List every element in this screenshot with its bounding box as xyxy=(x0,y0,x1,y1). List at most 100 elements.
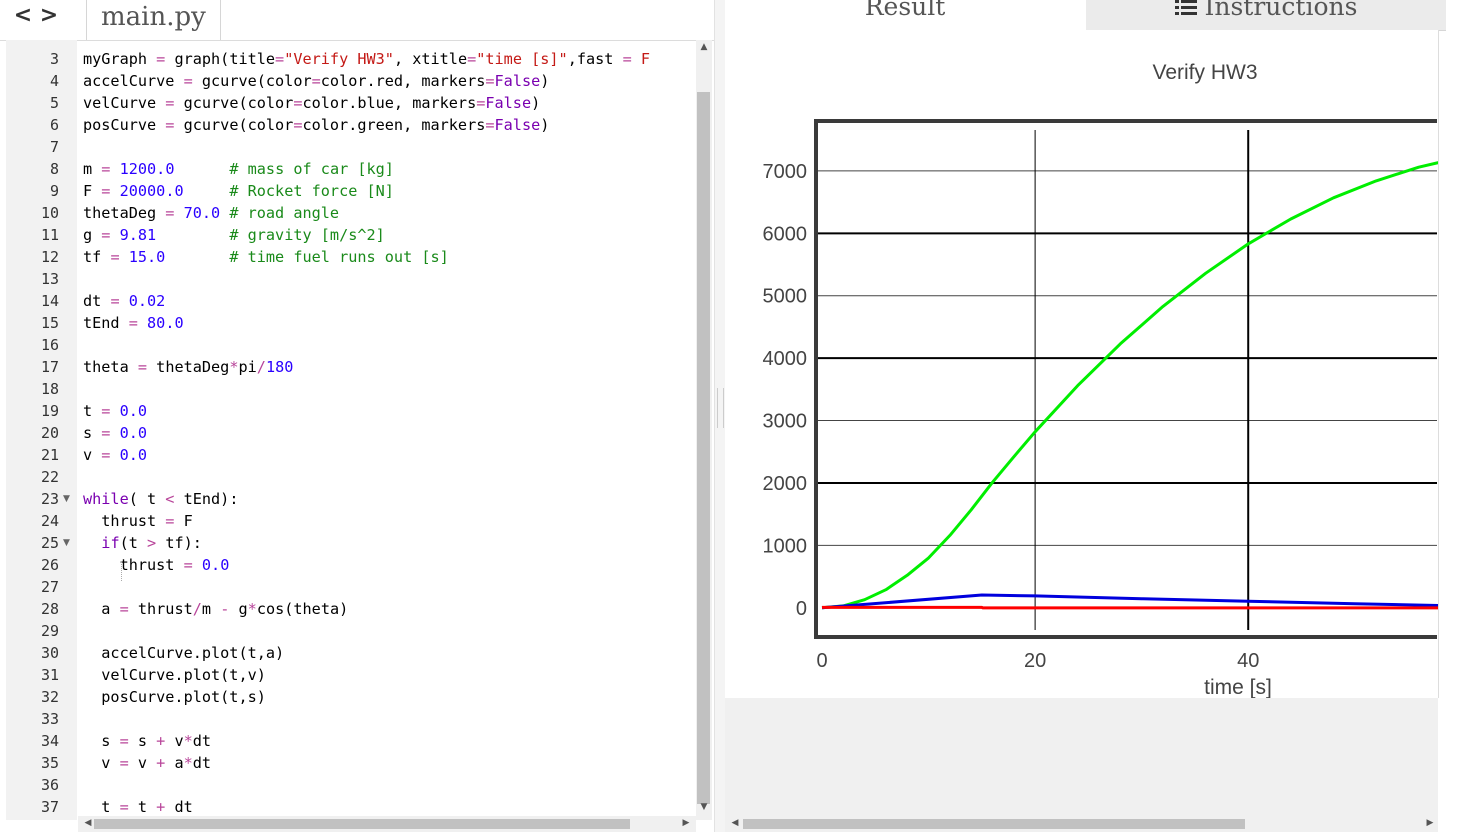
editor-vertical-scrollbar[interactable]: ▲ ▼ xyxy=(696,40,712,820)
scroll-left-icon[interactable]: ◀ xyxy=(727,818,743,828)
line-number: 24 xyxy=(40,512,59,530)
code-line[interactable]: s = 0.0 xyxy=(83,422,147,444)
scroll-down-icon[interactable]: ▼ xyxy=(696,802,712,812)
y-tick-label: 6000 xyxy=(763,223,808,245)
code-line[interactable]: v = v + a*dt xyxy=(83,752,211,774)
series-line xyxy=(822,605,1456,610)
splitter-grip[interactable] xyxy=(717,388,724,428)
line-number: 22 xyxy=(40,468,59,486)
line-number: 25 xyxy=(40,534,59,552)
line-number: 14 xyxy=(40,292,59,310)
code-line[interactable]: m = 1200.0 # mass of car [kg] xyxy=(83,158,394,180)
code-line[interactable]: posCurve.plot(t,s) xyxy=(83,686,266,708)
line-number: 26 xyxy=(40,556,59,574)
output-horizontal-scroll-thumb[interactable] xyxy=(743,819,1245,829)
line-number: 37 xyxy=(40,798,59,816)
y-tick-label: 3000 xyxy=(763,411,808,433)
code-line[interactable]: F = 20000.0 # Rocket force [N] xyxy=(83,180,394,202)
line-number: 20 xyxy=(40,424,59,442)
code-line[interactable]: a = thrust/m - g*cos(theta) xyxy=(83,598,348,620)
code-line[interactable]: tf = 15.0 # time fuel runs out [s] xyxy=(83,246,449,268)
list-icon xyxy=(1174,0,1197,15)
code-line[interactable]: thetaDeg = 70.0 # road angle xyxy=(83,202,339,224)
line-number: 13 xyxy=(40,270,59,288)
y-tick-label: 1000 xyxy=(763,535,808,557)
code-line[interactable]: myGraph = graph(title="Verify HW3", xtit… xyxy=(83,48,650,70)
code-line[interactable]: g = 9.81 # gravity [m/s^2] xyxy=(83,224,385,246)
line-number: 19 xyxy=(40,402,59,420)
plot-background xyxy=(816,121,1456,637)
y-tick-label: 2000 xyxy=(763,473,808,495)
graph-chart[interactable]: Verify HW3 0 1000 2000 3000 4000 5000 6000 7000… xyxy=(725,30,1465,699)
line-number: 28 xyxy=(40,600,59,618)
line-number: 34 xyxy=(40,732,59,750)
output-empty-area xyxy=(725,698,1438,816)
chart-title: Verify HW3 xyxy=(1152,61,1257,84)
code-line[interactable]: s = s + v*dt xyxy=(83,730,211,752)
line-number: 35 xyxy=(40,754,59,772)
scroll-right-icon[interactable]: ▶ xyxy=(678,818,694,828)
code-editor[interactable]: myGraph = graph(title="Verify HW3", xtit… xyxy=(78,40,696,820)
x-tick-label: 0 xyxy=(816,650,827,672)
indent-guide xyxy=(121,561,122,581)
line-number: 29 xyxy=(40,622,59,640)
line-number-gutter: 3 4 5 6 7 8 9 10 11 12 13 14 15 16 17 18 19 20 21 22 23 ▼ 24 25… xyxy=(6,40,77,820)
x-tick-labels: 02040( xyxy=(816,650,1465,672)
fold-toggle-icon[interactable]: ▼ xyxy=(63,488,75,510)
line-number: 8 xyxy=(49,160,59,178)
output-horizontal-scrollbar[interactable]: ◀ ▶ xyxy=(725,816,1438,832)
code-line[interactable]: thrust = F xyxy=(83,510,192,532)
scroll-up-icon[interactable]: ▲ xyxy=(696,42,712,52)
line-number: 23 xyxy=(40,490,59,508)
code-line[interactable]: if(t > tf): xyxy=(83,532,202,554)
editor-toolbar: < > main.py xyxy=(0,0,714,41)
tab-instructions-label: Instructions xyxy=(1204,0,1358,21)
code-line[interactable]: thrust = 0.0 xyxy=(83,554,230,576)
line-number: 18 xyxy=(40,380,59,398)
output-pane: Result Instructions Verify HW3 0 1000 2000… xyxy=(725,0,1465,832)
code-line[interactable]: accelCurve.plot(t,a) xyxy=(83,642,284,664)
y-tick-labels: 0 1000 2000 3000 4000 5000 6000 7000 xyxy=(763,161,808,620)
line-number: 33 xyxy=(40,710,59,728)
line-number: 32 xyxy=(40,688,59,706)
code-line[interactable]: posCurve = gcurve(color=color.green, mar… xyxy=(83,114,549,136)
code-line[interactable]: while( t < tEnd): xyxy=(83,488,238,510)
code-line[interactable]: tEnd = 80.0 xyxy=(83,312,184,334)
fold-toggle-icon[interactable]: ▼ xyxy=(63,532,75,554)
editor-horizontal-scroll-thumb[interactable] xyxy=(94,819,630,829)
code-line[interactable]: t = t + dt xyxy=(83,796,192,818)
x-tick-label: 20 xyxy=(1024,650,1046,672)
editor-vertical-scroll-thumb[interactable] xyxy=(697,92,710,804)
tab-instructions[interactable]: Instructions xyxy=(1086,0,1446,31)
x-tick-label: 40 xyxy=(1237,650,1259,672)
code-line[interactable]: velCurve = gcurve(color=color.blue, mark… xyxy=(83,92,540,114)
line-number: 11 xyxy=(40,226,59,244)
code-line[interactable]: velCurve.plot(t,v) xyxy=(83,664,266,686)
code-line[interactable]: theta = thetaDeg*pi/180 xyxy=(83,356,293,378)
line-number: 5 xyxy=(49,94,59,112)
code-line[interactable]: accelCurve = gcurve(color=color.red, mar… xyxy=(83,70,549,92)
editor-horizontal-scrollbar[interactable]: ◀ ▶ xyxy=(78,816,696,832)
line-number: 10 xyxy=(40,204,59,222)
line-number: 36 xyxy=(40,776,59,794)
tab-result-label: Result xyxy=(864,0,946,21)
x-axis-title: time [s] xyxy=(1204,676,1272,698)
window-edge xyxy=(1446,0,1476,832)
line-number: 21 xyxy=(40,446,59,464)
code-line[interactable]: v = 0.0 xyxy=(83,444,147,466)
y-tick-label: 5000 xyxy=(763,286,808,308)
code-line[interactable]: t = 0.0 xyxy=(83,400,147,422)
line-number: 12 xyxy=(40,248,59,266)
file-tab-main-py[interactable]: main.py xyxy=(86,0,221,40)
y-tick-label: 4000 xyxy=(763,348,808,370)
scroll-right-icon[interactable]: ▶ xyxy=(1422,818,1438,828)
line-number: 17 xyxy=(40,358,59,376)
graph-area: Verify HW3 0 1000 2000 3000 4000 5000 6000 7000… xyxy=(725,30,1465,699)
back-button[interactable]: < xyxy=(12,3,34,29)
tab-result[interactable]: Result xyxy=(725,0,1085,30)
y-tick-label: 7000 xyxy=(763,161,808,183)
line-number: 31 xyxy=(40,666,59,684)
line-number: 15 xyxy=(40,314,59,332)
code-line[interactable]: dt = 0.02 xyxy=(83,290,165,312)
forward-button[interactable]: > xyxy=(38,3,60,29)
